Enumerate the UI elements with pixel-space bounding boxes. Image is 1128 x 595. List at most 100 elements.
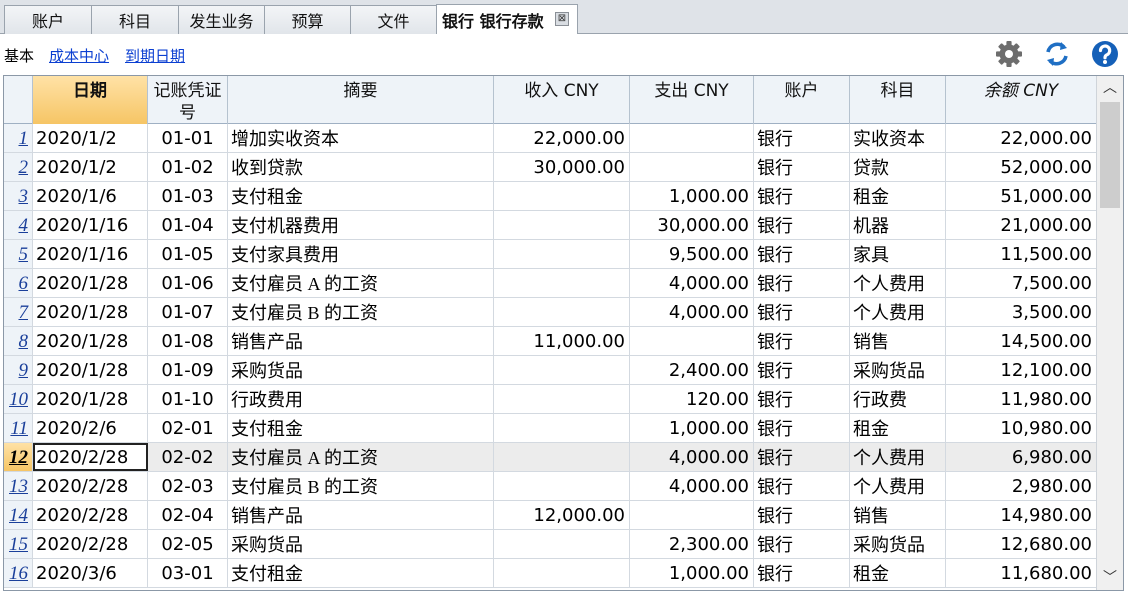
row-number[interactable]: 3	[4, 182, 33, 210]
cell-description[interactable]: 销售产品	[228, 327, 494, 355]
view-due-date[interactable]: 到期日期	[125, 45, 185, 66]
cell-category[interactable]: 家具	[850, 240, 946, 268]
cell-income[interactable]	[494, 472, 630, 500]
cell-income[interactable]: 22,000.00	[494, 124, 630, 152]
row-number[interactable]: 15	[4, 530, 33, 558]
cell-balance[interactable]: 2,980.00	[946, 472, 1097, 500]
table-row[interactable]: 15 2020/2/28 02-05 采购货品 2,300.00 银行 采购货品 12,680…	[4, 530, 1097, 559]
cell-category[interactable]: 租金	[850, 559, 946, 587]
table-row[interactable]: 3 2020/1/6 01-03 支付租金 1,000.00 银行 租金 51,000.00	[4, 182, 1097, 211]
cell-category[interactable]: 实收资本	[850, 124, 946, 152]
row-number[interactable]: 1	[4, 124, 33, 152]
cell-voucher[interactable]: 01-03	[148, 182, 228, 210]
cell-income[interactable]	[494, 530, 630, 558]
cell-balance[interactable]: 51,000.00	[946, 182, 1097, 210]
tab-files[interactable]: 文件	[350, 5, 437, 34]
cell-balance[interactable]: 21,000.00	[946, 211, 1097, 239]
cell-account[interactable]: 银行	[754, 153, 850, 181]
cell-income[interactable]: 11,000.00	[494, 327, 630, 355]
cell-voucher[interactable]: 03-01	[148, 559, 228, 587]
cell-income[interactable]: 30,000.00	[494, 153, 630, 181]
scroll-thumb[interactable]	[1100, 102, 1120, 208]
row-number[interactable]: 14	[4, 501, 33, 529]
help-icon[interactable]	[1090, 39, 1120, 69]
refresh-icon[interactable]	[1042, 39, 1072, 69]
cell-description[interactable]: 支付租金	[228, 414, 494, 442]
cell-account[interactable]: 银行	[754, 269, 850, 297]
cell-description[interactable]: 采购货品	[228, 530, 494, 558]
table-row[interactable]: 5 2020/1/16 01-05 支付家具费用 9,500.00 银行 家具 11,500.…	[4, 240, 1097, 269]
cell-expense[interactable]: 4,000.00	[630, 298, 754, 326]
cell-category[interactable]: 个人费用	[850, 472, 946, 500]
gear-icon[interactable]	[994, 39, 1024, 69]
cell-date[interactable]: 2020/1/28	[33, 327, 148, 355]
cell-account[interactable]: 银行	[754, 559, 850, 587]
tab-bank-deposit[interactable]: 银行 银行存款 ⊠	[436, 4, 578, 34]
cell-description[interactable]: 支付雇员 A 的工资	[228, 443, 494, 471]
cell-expense[interactable]: 2,400.00	[630, 356, 754, 384]
cell-account[interactable]: 银行	[754, 298, 850, 326]
table-row[interactable]: 12 2020/2/28 02-02 支付雇员 A 的工资 4,000.00 银行 个人费用…	[4, 443, 1097, 472]
cell-description[interactable]: 销售产品	[228, 501, 494, 529]
cell-expense[interactable]: 1,000.00	[630, 559, 754, 587]
table-row[interactable]: 10 2020/1/28 01-10 行政费用 120.00 银行 行政费 11,980.00	[4, 385, 1097, 414]
row-number[interactable]: 5	[4, 240, 33, 268]
cell-expense[interactable]: 4,000.00	[630, 269, 754, 297]
cell-date[interactable]: 2020/1/28	[33, 385, 148, 413]
cell-expense[interactable]: 2,300.00	[630, 530, 754, 558]
view-cost-center[interactable]: 成本中心	[49, 45, 109, 66]
cell-income[interactable]	[494, 211, 630, 239]
row-number[interactable]: 16	[4, 559, 33, 587]
cell-description[interactable]: 支付雇员 B 的工资	[228, 298, 494, 326]
cell-category[interactable]: 机器	[850, 211, 946, 239]
header-balance[interactable]: 余额 CNY	[946, 76, 1097, 124]
cell-voucher[interactable]: 01-09	[148, 356, 228, 384]
cell-income[interactable]	[494, 559, 630, 587]
cell-voucher[interactable]: 02-04	[148, 501, 228, 529]
cell-description[interactable]: 支付雇员 A 的工资	[228, 269, 494, 297]
cell-account[interactable]: 银行	[754, 240, 850, 268]
header-voucher[interactable]: 记账凭证 号	[148, 76, 228, 124]
table-row[interactable]: 11 2020/2/6 02-01 支付租金 1,000.00 银行 租金 10,980.00	[4, 414, 1097, 443]
tab-budget[interactable]: 预算	[264, 5, 351, 34]
cell-balance[interactable]: 12,680.00	[946, 530, 1097, 558]
cell-balance[interactable]: 6,980.00	[946, 443, 1097, 471]
cell-description[interactable]: 支付租金	[228, 182, 494, 210]
cell-income[interactable]	[494, 182, 630, 210]
cell-date[interactable]: 2020/1/6	[33, 182, 148, 210]
cell-account[interactable]: 银行	[754, 530, 850, 558]
cell-balance[interactable]: 14,980.00	[946, 501, 1097, 529]
cell-date[interactable]: 2020/2/28	[33, 501, 148, 529]
tab-transactions[interactable]: 发生业务	[178, 5, 265, 34]
table-row[interactable]: 8 2020/1/28 01-08 销售产品 11,000.00 银行 销售 14,500.0…	[4, 327, 1097, 356]
row-number[interactable]: 7	[4, 298, 33, 326]
cell-account[interactable]: 银行	[754, 501, 850, 529]
cell-income[interactable]	[494, 298, 630, 326]
cell-income[interactable]	[494, 356, 630, 384]
cell-balance[interactable]: 14,500.00	[946, 327, 1097, 355]
cell-income[interactable]	[494, 443, 630, 471]
cell-voucher[interactable]: 02-01	[148, 414, 228, 442]
scroll-up-icon[interactable]: ︿	[1097, 76, 1123, 100]
table-row[interactable]: 13 2020/2/28 02-03 支付雇员 B 的工资 4,000.00 银行 个人费用…	[4, 472, 1097, 501]
header-category[interactable]: 科目	[850, 76, 946, 124]
table-row[interactable]: 7 2020/1/28 01-07 支付雇员 B 的工资 4,000.00 银行 个人费用 3…	[4, 298, 1097, 327]
cell-date[interactable]: 2020/1/2	[33, 124, 148, 152]
cell-expense[interactable]	[630, 327, 754, 355]
cell-description[interactable]: 采购货品	[228, 356, 494, 384]
cell-account[interactable]: 银行	[754, 211, 850, 239]
cell-category[interactable]: 个人费用	[850, 298, 946, 326]
cell-date[interactable]: 2020/3/6	[33, 559, 148, 587]
cell-date[interactable]: 2020/1/28	[33, 356, 148, 384]
cell-date[interactable]: 2020/2/6	[33, 414, 148, 442]
cell-category[interactable]: 租金	[850, 414, 946, 442]
cell-expense[interactable]: 4,000.00	[630, 472, 754, 500]
cell-description[interactable]: 增加实收资本	[228, 124, 494, 152]
cell-category[interactable]: 个人费用	[850, 443, 946, 471]
cell-income[interactable]	[494, 385, 630, 413]
cell-balance[interactable]: 11,500.00	[946, 240, 1097, 268]
cell-description[interactable]: 行政费用	[228, 385, 494, 413]
cell-balance[interactable]: 10,980.00	[946, 414, 1097, 442]
cell-balance[interactable]: 7,500.00	[946, 269, 1097, 297]
table-row[interactable]: 6 2020/1/28 01-06 支付雇员 A 的工资 4,000.00 银行 个人费用 7…	[4, 269, 1097, 298]
